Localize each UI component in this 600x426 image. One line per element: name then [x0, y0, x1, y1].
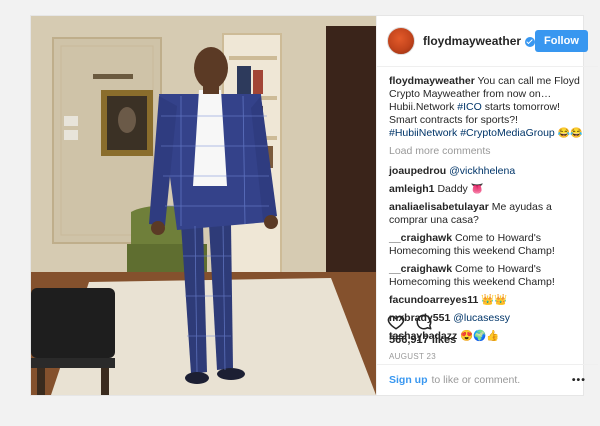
more-options-icon[interactable]: ••• [572, 374, 586, 386]
caption-hashtag-cryptomediagroup[interactable]: #CryptoMediaGroup [460, 127, 555, 139]
caption-username[interactable]: floydmayweather [389, 75, 475, 87]
header-username[interactable]: floydmayweather [423, 34, 521, 48]
post-footer: Sign up to like or comment. ••• [377, 364, 598, 395]
comment-item: analiaelisabetulayar Me ayudas a comprar… [389, 201, 588, 227]
post-photo[interactable] [31, 16, 376, 395]
follow-button[interactable]: Follow [535, 30, 588, 52]
comment-item: joaupedrou @vickhhelena [389, 165, 588, 178]
post-header: floydmayweather Follow [377, 16, 598, 67]
post-sidebar: floydmayweather Follow floydmayweather Y… [376, 16, 598, 395]
sign-up-link[interactable]: Sign up [389, 374, 428, 386]
comments-section: floydmayweather You can call me Floyd Cr… [377, 67, 598, 343]
footer-text: to like or comment. [431, 374, 521, 386]
comment-text: 😍🌍👍 [460, 330, 500, 342]
comment-username[interactable]: joaupedrou [389, 165, 446, 177]
comment-item: __craighawk Come to Howard's Homecoming … [389, 232, 588, 258]
post-photo-illustration [31, 16, 376, 395]
comment-username[interactable]: facundoarreyes11 [389, 294, 478, 306]
comment-username[interactable]: __craighawk [389, 263, 452, 275]
comment-mention[interactable]: @lucasessy [453, 312, 510, 324]
comment-item: facundoarreyes11 👑👑 [389, 294, 588, 307]
caption-hashtag-hubiinetwork[interactable]: #HubiiNetwork [389, 127, 457, 139]
caption-emoji: 😂😂 [557, 128, 583, 139]
caption: floydmayweather You can call me Floyd Cr… [389, 75, 588, 140]
verified-badge-icon [525, 37, 536, 47]
comment-text: Daddy 👅 [437, 183, 484, 195]
post-date: AUGUST 23 [389, 352, 437, 361]
comment-item: __craighawk Come to Howard's Homecoming … [389, 263, 588, 289]
like-count[interactable]: 566,917 likes [389, 334, 456, 346]
comment-username[interactable]: __craighawk [389, 232, 452, 244]
caption-hashtag-ico[interactable]: #ICO [457, 101, 482, 113]
avatar[interactable] [387, 27, 415, 55]
heart-icon[interactable] [387, 313, 405, 331]
post-actions [387, 313, 433, 331]
instagram-post: floydmayweather Follow floydmayweather Y… [30, 15, 598, 396]
comment-item: amleigh1 Daddy 👅 [389, 183, 588, 196]
comment-text: 👑👑 [481, 294, 508, 306]
comment-username[interactable]: amleigh1 [389, 183, 435, 195]
comment-mention[interactable]: @vickhhelena [449, 165, 515, 177]
comment-bubble-icon[interactable] [415, 313, 433, 331]
load-more-comments-link[interactable]: Load more comments [389, 145, 588, 158]
comment-username[interactable]: analiaelisabetulayar [389, 201, 489, 213]
